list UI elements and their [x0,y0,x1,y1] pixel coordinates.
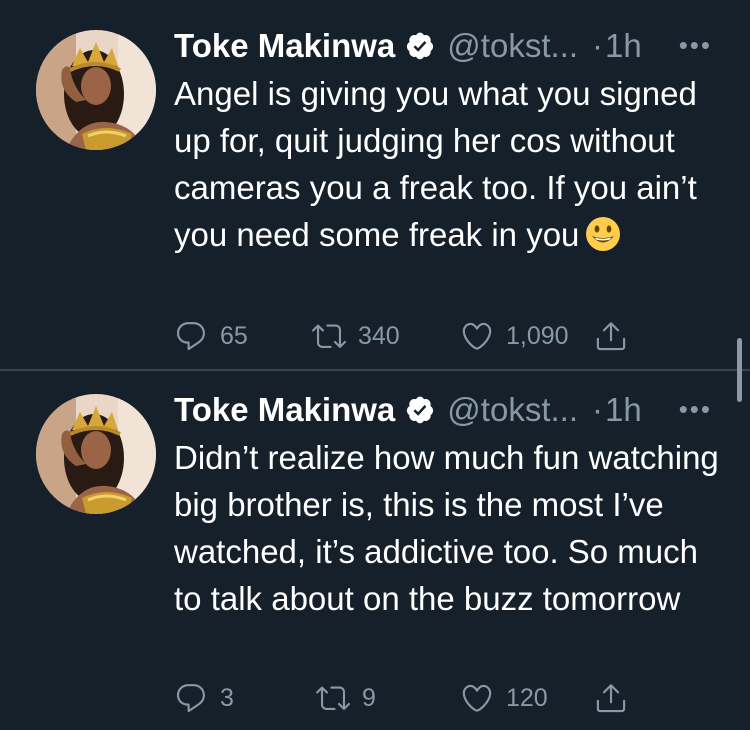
timestamp[interactable]: 1h [605,391,642,429]
tweet-divider [0,369,750,371]
tweet-text: Didn’t realize how much fun watching big… [174,434,734,622]
tweet[interactable]: Toke Makinwa @tokst... · 1h ••• Angel is… [0,0,750,370]
reply-icon [176,322,205,351]
retweet-count: 340 [358,321,400,350]
like-button[interactable]: 1,090 [460,316,569,356]
avatar-image [36,30,156,150]
like-count: 1,090 [506,321,569,350]
tweet-header: Toke Makinwa @tokst... · 1h ••• [174,24,734,68]
reply-count: 65 [220,321,248,350]
share-button[interactable] [594,316,640,356]
retweet-count: 9 [362,683,376,712]
separator-dot: · [592,391,603,428]
author-handle[interactable]: @tokst... [447,391,578,429]
timestamp[interactable]: 1h [605,27,642,65]
verified-badge-icon [407,396,434,424]
retweet-icon [312,324,346,348]
like-button[interactable]: 120 [460,678,548,718]
reply-icon [176,684,205,713]
tweet-text-body: Didn’t realize how much fun watching big… [174,439,719,617]
tweet[interactable]: Toke Makinwa @tokst... · 1h ••• Didn’t r… [0,372,750,730]
reply-button[interactable]: 65 [174,316,248,356]
like-count: 120 [506,683,548,712]
retweet-button[interactable]: 340 [312,316,400,356]
share-button[interactable] [594,678,640,718]
reply-button[interactable]: 3 [174,678,234,718]
scrollbar[interactable] [737,338,742,402]
heart-icon [462,322,492,350]
tweet-actions: 3 9 120 [174,678,694,718]
retweet-button[interactable]: 9 [316,678,376,718]
author-name[interactable]: Toke Makinwa [174,27,395,65]
tweet-actions: 65 340 1,090 [174,316,694,356]
share-icon [596,684,626,713]
author-name[interactable]: Toke Makinwa [174,391,395,429]
avatar[interactable] [36,30,156,150]
verified-badge-icon [407,32,434,60]
more-options-icon[interactable]: ••• [679,394,712,425]
avatar[interactable] [36,394,156,514]
share-icon [596,322,626,351]
tweet-text: Angel is giving you what you signed up f… [174,70,734,258]
tweet-header: Toke Makinwa @tokst... · 1h ••• [174,388,734,432]
grinning-face-icon [586,217,621,251]
retweet-icon [316,686,350,710]
timeline: Toke Makinwa @tokst... · 1h ••• Angel is… [0,0,750,730]
avatar-image [36,394,156,514]
reply-count: 3 [220,683,234,712]
author-handle[interactable]: @tokst... [447,27,578,65]
heart-icon [462,684,492,712]
more-options-icon[interactable]: ••• [679,30,712,61]
separator-dot: · [592,27,603,64]
